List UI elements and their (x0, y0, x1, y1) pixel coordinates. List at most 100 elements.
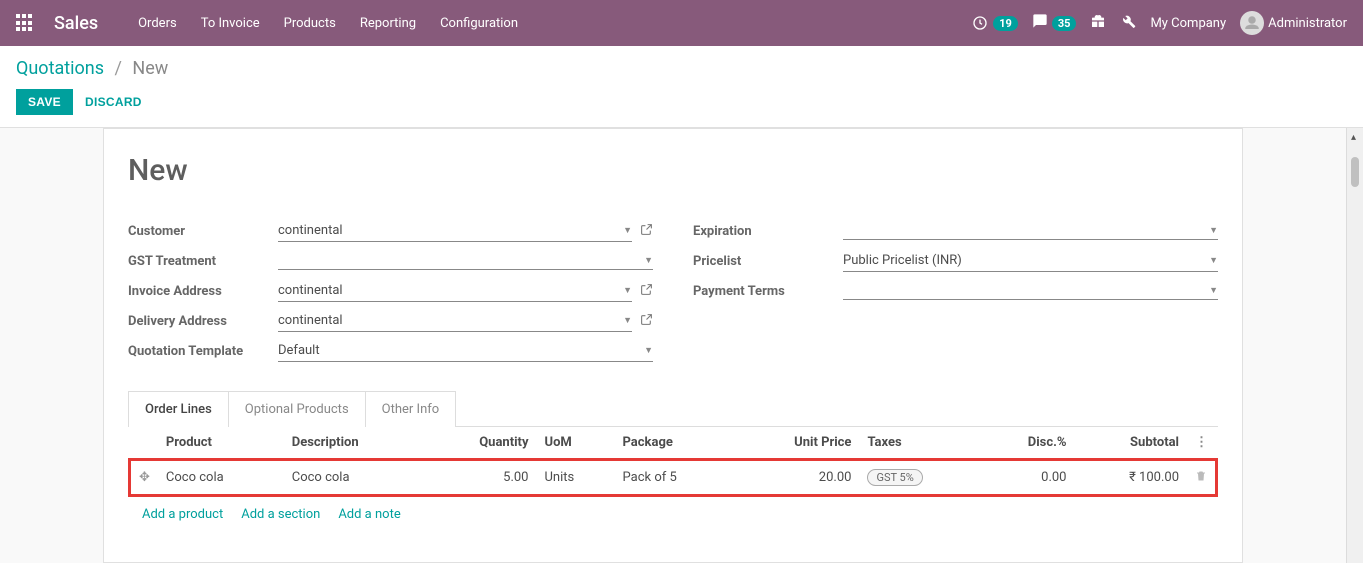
label-gst-treatment: GST Treatment (128, 254, 278, 269)
discuss-button[interactable]: 35 (1032, 13, 1077, 33)
topbar: Sales Orders To Invoice Products Reporti… (0, 0, 1363, 46)
th-subtotal: Subtotal (1075, 427, 1188, 460)
th-uom: UoM (537, 427, 615, 460)
clock-icon (971, 14, 989, 32)
delivery-address-field[interactable]: continental ▼ (278, 310, 632, 332)
chevron-down-icon: ▼ (644, 255, 653, 266)
tab-optional-products[interactable]: Optional Products (229, 392, 366, 427)
add-links: Add a product Add a section Add a note (128, 497, 1218, 532)
external-link-icon[interactable] (640, 313, 653, 330)
pricelist-value: Public Pricelist (INR) (843, 253, 962, 268)
chevron-down-icon: ▼ (1209, 225, 1218, 236)
drag-handle-icon[interactable]: ✥ (139, 470, 150, 485)
vertical-scrollbar[interactable]: ▴ (1346, 128, 1363, 563)
add-product-link[interactable]: Add a product (142, 507, 223, 522)
label-customer: Customer (128, 224, 278, 239)
scroll-up-arrow-icon[interactable]: ▴ (1351, 132, 1359, 143)
wrench-icon (1120, 13, 1136, 33)
debug-button[interactable] (1120, 13, 1136, 33)
column-menu-icon[interactable]: ⋮ (1195, 435, 1208, 450)
chevron-down-icon: ▼ (623, 225, 632, 236)
action-row: SAVE DISCARD (16, 89, 1347, 115)
label-invoice-address: Invoice Address (128, 284, 278, 299)
gift-icon (1090, 13, 1106, 33)
label-delivery-address: Delivery Address (128, 314, 278, 329)
th-description: Description (284, 427, 425, 460)
breadcrumb-current: New (132, 58, 168, 79)
label-payment-terms: Payment Terms (693, 284, 843, 299)
chat-icon (1032, 13, 1048, 33)
label-pricelist: Pricelist (693, 254, 843, 269)
subheader: Quotations / New SAVE DISCARD (0, 46, 1363, 128)
discuss-badge: 35 (1052, 16, 1077, 31)
label-expiration: Expiration (693, 224, 843, 239)
th-package: Package (615, 427, 735, 460)
expiration-field[interactable]: ▼ (843, 222, 1218, 240)
gst-treatment-field[interactable]: ▼ (278, 252, 653, 270)
add-section-link[interactable]: Add a section (241, 507, 320, 522)
trash-icon[interactable] (1195, 471, 1207, 486)
invoice-address-field[interactable]: continental ▼ (278, 280, 632, 302)
breadcrumb-separator: / (114, 58, 121, 79)
page-title: New (128, 153, 1218, 188)
cell-uom[interactable]: Units (537, 460, 615, 496)
tab-other-info[interactable]: Other Info (366, 392, 456, 427)
order-lines-table: Product Description Quantity UoM Package… (128, 427, 1218, 497)
customer-field[interactable]: continental ▼ (278, 220, 632, 242)
external-link-icon[interactable] (640, 283, 653, 300)
form-card: New Customer continental ▼ GST Treatment (103, 128, 1243, 563)
app-brand[interactable]: Sales (54, 13, 98, 34)
tabs: Order Lines Optional Products Other Info (128, 391, 456, 427)
avatar-icon (1240, 11, 1264, 35)
external-link-icon[interactable] (640, 223, 653, 240)
table-row[interactable]: ✥ Coco cola Coco cola 5.00 Units Pack of… (130, 460, 1217, 496)
th-taxes: Taxes (859, 427, 981, 460)
activities-button[interactable]: 19 (971, 14, 1018, 32)
menu-orders[interactable]: Orders (138, 16, 177, 31)
chevron-down-icon: ▼ (623, 285, 632, 296)
invoice-address-value: continental (278, 283, 343, 298)
gift-button[interactable] (1090, 13, 1106, 33)
th-disc: Disc.% (981, 427, 1074, 460)
activities-badge: 19 (993, 16, 1018, 31)
user-name: Administrator (1268, 16, 1347, 31)
cell-subtotal: ₹ 100.00 (1075, 460, 1188, 496)
user-menu[interactable]: Administrator (1240, 11, 1347, 35)
quotation-template-field[interactable]: Default ▼ (278, 340, 653, 362)
apps-grid-icon[interactable] (16, 14, 34, 32)
cell-package[interactable]: Pack of 5 (615, 460, 735, 496)
company-selector[interactable]: My Company (1150, 16, 1226, 31)
menu-configuration[interactable]: Configuration (440, 16, 518, 31)
discard-button[interactable]: DISCARD (85, 95, 142, 109)
menu-to-invoice[interactable]: To Invoice (201, 16, 260, 31)
add-note-link[interactable]: Add a note (338, 507, 400, 522)
cell-product[interactable]: Coco cola (158, 460, 284, 496)
payment-terms-field[interactable]: ▼ (843, 282, 1218, 300)
scroll-thumb[interactable] (1351, 157, 1359, 187)
quotation-template-value: Default (278, 343, 320, 358)
pricelist-field[interactable]: Public Pricelist (INR) ▼ (843, 250, 1218, 272)
chevron-down-icon: ▼ (644, 345, 653, 356)
tax-chip[interactable]: GST 5% (867, 469, 922, 486)
cell-quantity[interactable]: 5.00 (425, 460, 536, 496)
menu-reporting[interactable]: Reporting (360, 16, 416, 31)
save-button[interactable]: SAVE (16, 89, 73, 115)
cell-unit-price[interactable]: 20.00 (734, 460, 859, 496)
th-unit-price: Unit Price (734, 427, 859, 460)
main-menu: Orders To Invoice Products Reporting Con… (138, 16, 971, 31)
delivery-address-value: continental (278, 313, 343, 328)
chevron-down-icon: ▼ (1209, 285, 1218, 296)
tab-order-lines[interactable]: Order Lines (129, 392, 229, 427)
menu-products[interactable]: Products (284, 16, 336, 31)
cell-disc[interactable]: 0.00 (981, 460, 1074, 496)
chevron-down-icon: ▼ (623, 315, 632, 326)
th-quantity: Quantity (425, 427, 536, 460)
label-quotation-template: Quotation Template (128, 344, 278, 359)
breadcrumb-root[interactable]: Quotations (16, 58, 104, 79)
th-product: Product (158, 427, 284, 460)
breadcrumb: Quotations / New (16, 58, 1347, 79)
cell-description[interactable]: Coco cola (284, 460, 425, 496)
customer-value: continental (278, 223, 343, 238)
chevron-down-icon: ▼ (1209, 255, 1218, 266)
top-right: 19 35 My Company Administrator (971, 11, 1347, 35)
